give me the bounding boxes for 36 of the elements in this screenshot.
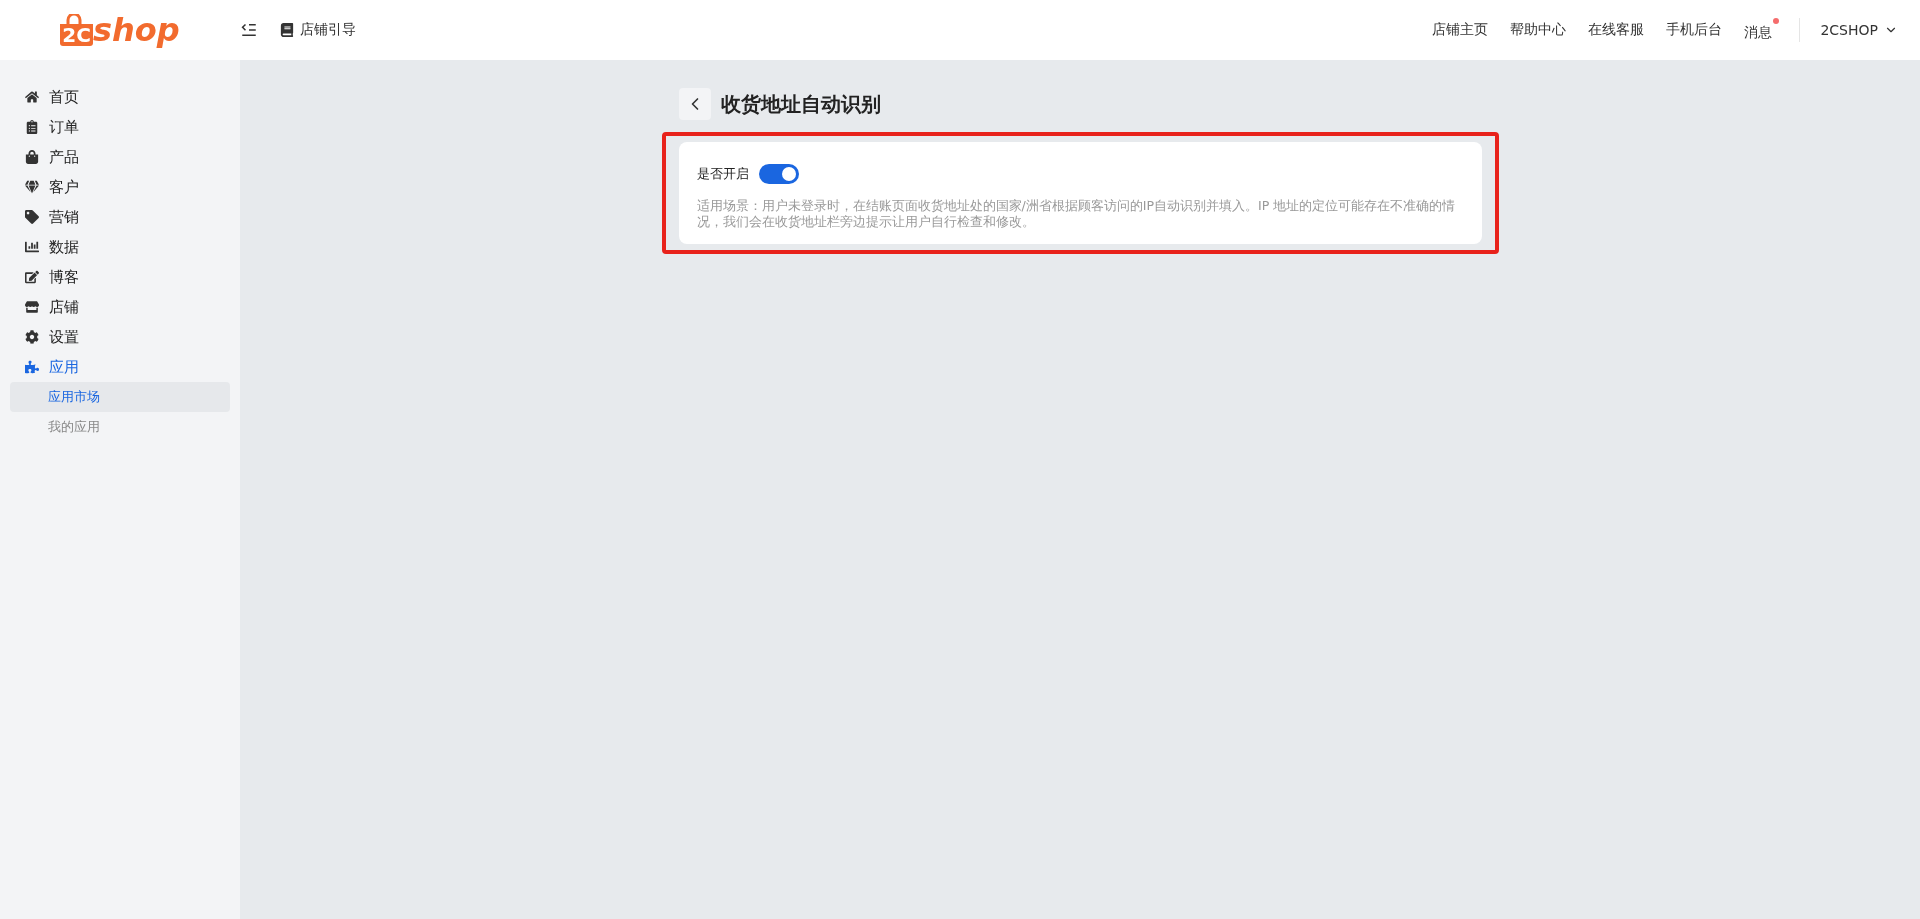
sidebar-subitem[interactable]: 应用市场 <box>10 382 230 412</box>
tag-icon <box>25 210 39 224</box>
sidebar-item[interactable]: 首页 <box>0 82 240 112</box>
gem-icon <box>25 180 39 194</box>
guide-link[interactable]: 店铺引导 <box>280 21 356 39</box>
puzzle-icon <box>25 360 39 374</box>
sidebar-item[interactable]: 博客 <box>0 262 240 292</box>
bag-icon <box>25 150 39 164</box>
sidebar-item[interactable]: 产品 <box>0 142 240 172</box>
edit-icon <box>25 270 39 284</box>
nav-link[interactable]: 在线客服 <box>1588 21 1645 39</box>
sidebar-item[interactable]: 店铺 <box>0 292 240 322</box>
nav-link[interactable]: 帮助中心 <box>1510 21 1567 39</box>
description-text: 适用场景：用户未登录时，在结账页面收货地址处的国家/洲省根据顾客访问的IP自动识别并填入。IP 地址的定位可能存在不准确的情况，我们会在收货地址栏旁边提示让用户自行检查和修改。 <box>696 198 1457 230</box>
toggle-label: 是否开启 <box>696 165 749 183</box>
bar-chart-icon <box>25 240 39 254</box>
home-icon <box>25 90 39 104</box>
sidebar-item[interactable]: 应用 <box>0 352 240 382</box>
sidebar-item[interactable]: 客户 <box>0 172 240 202</box>
sidebar-item[interactable]: 数据 <box>0 232 240 262</box>
book-icon <box>280 23 294 37</box>
menu-icon[interactable] <box>240 21 258 39</box>
nav-link[interactable]: 店铺主页 <box>1432 21 1489 39</box>
page-title: 收货地址自动识别 <box>720 90 881 118</box>
sidebar-item[interactable]: 设置 <box>0 322 240 352</box>
clipboard-icon <box>25 120 39 134</box>
toggle-switch[interactable] <box>758 164 799 184</box>
sidebar-item[interactable]: 营销 <box>0 202 240 232</box>
nav-link[interactable]: 手机后台 <box>1666 21 1723 39</box>
store-icon <box>25 300 39 314</box>
account-menu[interactable]: 2CSHOP <box>1820 22 1898 38</box>
sidebar-item[interactable]: 订单 <box>0 112 240 142</box>
logo: 2Cshop <box>60 14 180 46</box>
back-button[interactable] <box>678 88 711 120</box>
messages-link[interactable]: 消息 <box>1744 18 1780 42</box>
settings-icon <box>25 330 39 344</box>
